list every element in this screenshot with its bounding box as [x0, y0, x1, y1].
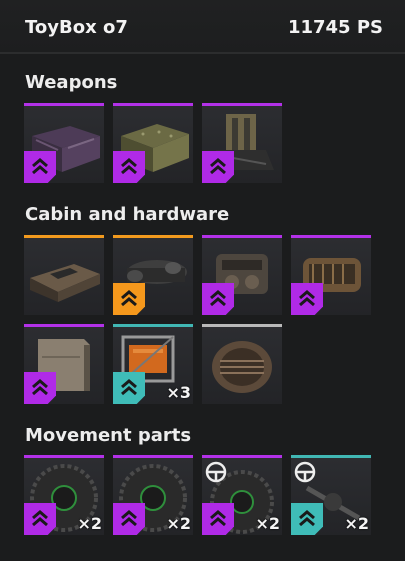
item-count: ×2 — [255, 514, 280, 533]
rarity-badge — [24, 151, 56, 183]
build-name: ToyBox o7 — [25, 17, 128, 38]
cabin-icon — [30, 264, 100, 302]
weapon-slot-1[interactable] — [24, 103, 104, 183]
rarity-badge — [113, 151, 145, 183]
hardware-slot-3[interactable] — [202, 235, 282, 315]
hardware-slot-1[interactable] — [24, 235, 104, 315]
section-title-movement-parts: Movement parts — [25, 425, 192, 446]
rarity-badge — [291, 503, 323, 535]
movement-slot-4[interactable]: ×2 — [291, 455, 371, 535]
item-count: ×3 — [166, 383, 191, 402]
weapon-slot-2[interactable] — [113, 103, 193, 183]
rarity-badge — [24, 372, 56, 404]
cooler-drum-icon — [212, 341, 272, 393]
hardware-slot-4[interactable] — [291, 235, 371, 315]
rarity-badge — [291, 283, 323, 315]
movement-slot-3[interactable]: ×2 — [202, 455, 282, 535]
section-title-weapons: Weapons — [25, 72, 118, 93]
rarity-badge — [202, 283, 234, 315]
item-count: ×2 — [344, 514, 369, 533]
rarity-badge — [113, 503, 145, 535]
hardware-slot-5[interactable] — [24, 324, 104, 404]
header-bar: ToyBox o7 11745 PS — [0, 0, 405, 54]
power-score: 11745 PS — [287, 17, 383, 38]
rarity-badge — [113, 283, 145, 315]
movement-slot-1[interactable]: ×2 — [24, 455, 104, 535]
rarity-badge — [202, 151, 234, 183]
movement-slot-2[interactable]: ×2 — [113, 455, 193, 535]
item-count: ×2 — [77, 514, 102, 533]
hardware-slot-6[interactable]: ×3 — [113, 324, 193, 404]
item-count: ×2 — [166, 514, 191, 533]
weapon-slot-3[interactable] — [202, 103, 282, 183]
rarity-badge — [202, 503, 234, 535]
hardware-slot-7[interactable] — [202, 324, 282, 404]
hardware-slot-2[interactable] — [113, 235, 193, 315]
rarity-badge — [113, 372, 145, 404]
rarity-badge — [24, 503, 56, 535]
section-title-cabin-hardware: Cabin and hardware — [25, 204, 230, 225]
